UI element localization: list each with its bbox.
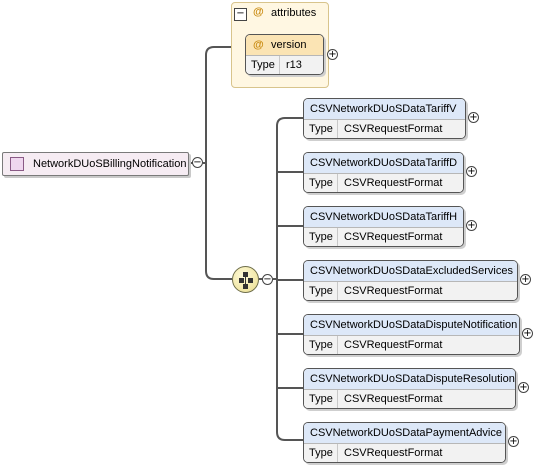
- element-name: CSVNetworkDUoSDataTariffD: [310, 157, 458, 169]
- dispute-notification-expand-toggle[interactable]: +: [522, 328, 533, 339]
- attributes-collapse-toggle[interactable]: −: [234, 8, 247, 21]
- type-label: Type: [309, 177, 333, 189]
- root-element-name: NetworkDUoSBillingNotification: [33, 158, 187, 170]
- at-icon: @: [253, 39, 264, 51]
- attributes-label: attributes: [271, 7, 317, 19]
- type-value: CSVRequestFormat: [344, 339, 443, 351]
- type-value: CSVRequestFormat: [344, 177, 443, 189]
- tariff-d-expand-toggle[interactable]: +: [466, 166, 477, 177]
- child-element-excluded-services[interactable]: CSVNetworkDUoSDataExcludedServices Type C…: [303, 260, 518, 301]
- element-name: CSVNetworkDUoSDataDisputeResolution: [310, 373, 515, 385]
- type-label: Type: [309, 339, 333, 351]
- payment-advice-expand-toggle[interactable]: +: [508, 436, 519, 447]
- child-element-payment-advice[interactable]: CSVNetworkDUoSDataPaymentAdvice Type CSVR…: [303, 422, 506, 463]
- sequence-compositor-icon[interactable]: [232, 266, 259, 293]
- type-label: Type: [309, 285, 333, 297]
- root-element[interactable]: NetworkDUoSBillingNotification: [2, 152, 189, 176]
- type-label: Type: [309, 393, 333, 405]
- element-name: CSVNetworkDUoSDataExcludedServices: [310, 265, 513, 277]
- attribute-version[interactable]: @ version Type r13: [245, 34, 324, 75]
- child-element-dispute-notification[interactable]: CSVNetworkDUoSDataDisputeNotification Ty…: [303, 314, 520, 355]
- child-element-dispute-resolution[interactable]: CSVNetworkDUoSDataDisputeResolution Type…: [303, 368, 516, 409]
- child-element-tariff-h[interactable]: CSVNetworkDUoSDataTariffH Type CSVRequest…: [303, 206, 464, 247]
- type-value: CSVRequestFormat: [344, 285, 443, 297]
- element-name: CSVNetworkDUoSDataDisputeNotification: [310, 319, 518, 331]
- type-value: r13: [286, 59, 302, 71]
- at-icon: @: [253, 6, 264, 18]
- attributes-group-header[interactable]: − @ attributes: [231, 2, 329, 24]
- dispute-resolution-expand-toggle[interactable]: +: [518, 382, 529, 393]
- type-label: Type: [309, 447, 333, 459]
- divider: [279, 56, 280, 74]
- type-value: CSVRequestFormat: [344, 231, 443, 243]
- tariff-h-expand-toggle[interactable]: +: [466, 220, 477, 231]
- attribute-name: version: [271, 39, 307, 51]
- tariff-v-expand-toggle[interactable]: +: [468, 112, 479, 123]
- type-value: CSVRequestFormat: [344, 123, 443, 135]
- sequence-collapse-toggle[interactable]: −: [262, 274, 273, 285]
- element-name: CSVNetworkDUoSDataPaymentAdvice: [310, 427, 502, 439]
- child-element-tariff-v[interactable]: CSVNetworkDUoSDataTariffV Type CSVRequest…: [303, 98, 466, 139]
- type-label: Type: [309, 231, 333, 243]
- excluded-services-expand-toggle[interactable]: +: [520, 274, 531, 285]
- root-collapse-toggle[interactable]: −: [192, 157, 203, 168]
- element-name: CSVNetworkDUoSDataTariffH: [310, 211, 458, 223]
- element-name: CSVNetworkDUoSDataTariffV: [310, 103, 457, 115]
- attribute-expand-toggle[interactable]: +: [327, 49, 338, 60]
- type-value: CSVRequestFormat: [344, 447, 443, 459]
- type-value: CSVRequestFormat: [344, 393, 443, 405]
- element-icon: [10, 157, 24, 171]
- child-element-tariff-d[interactable]: CSVNetworkDUoSDataTariffD Type CSVRequest…: [303, 152, 464, 193]
- type-label: Type: [251, 59, 275, 71]
- type-label: Type: [309, 123, 333, 135]
